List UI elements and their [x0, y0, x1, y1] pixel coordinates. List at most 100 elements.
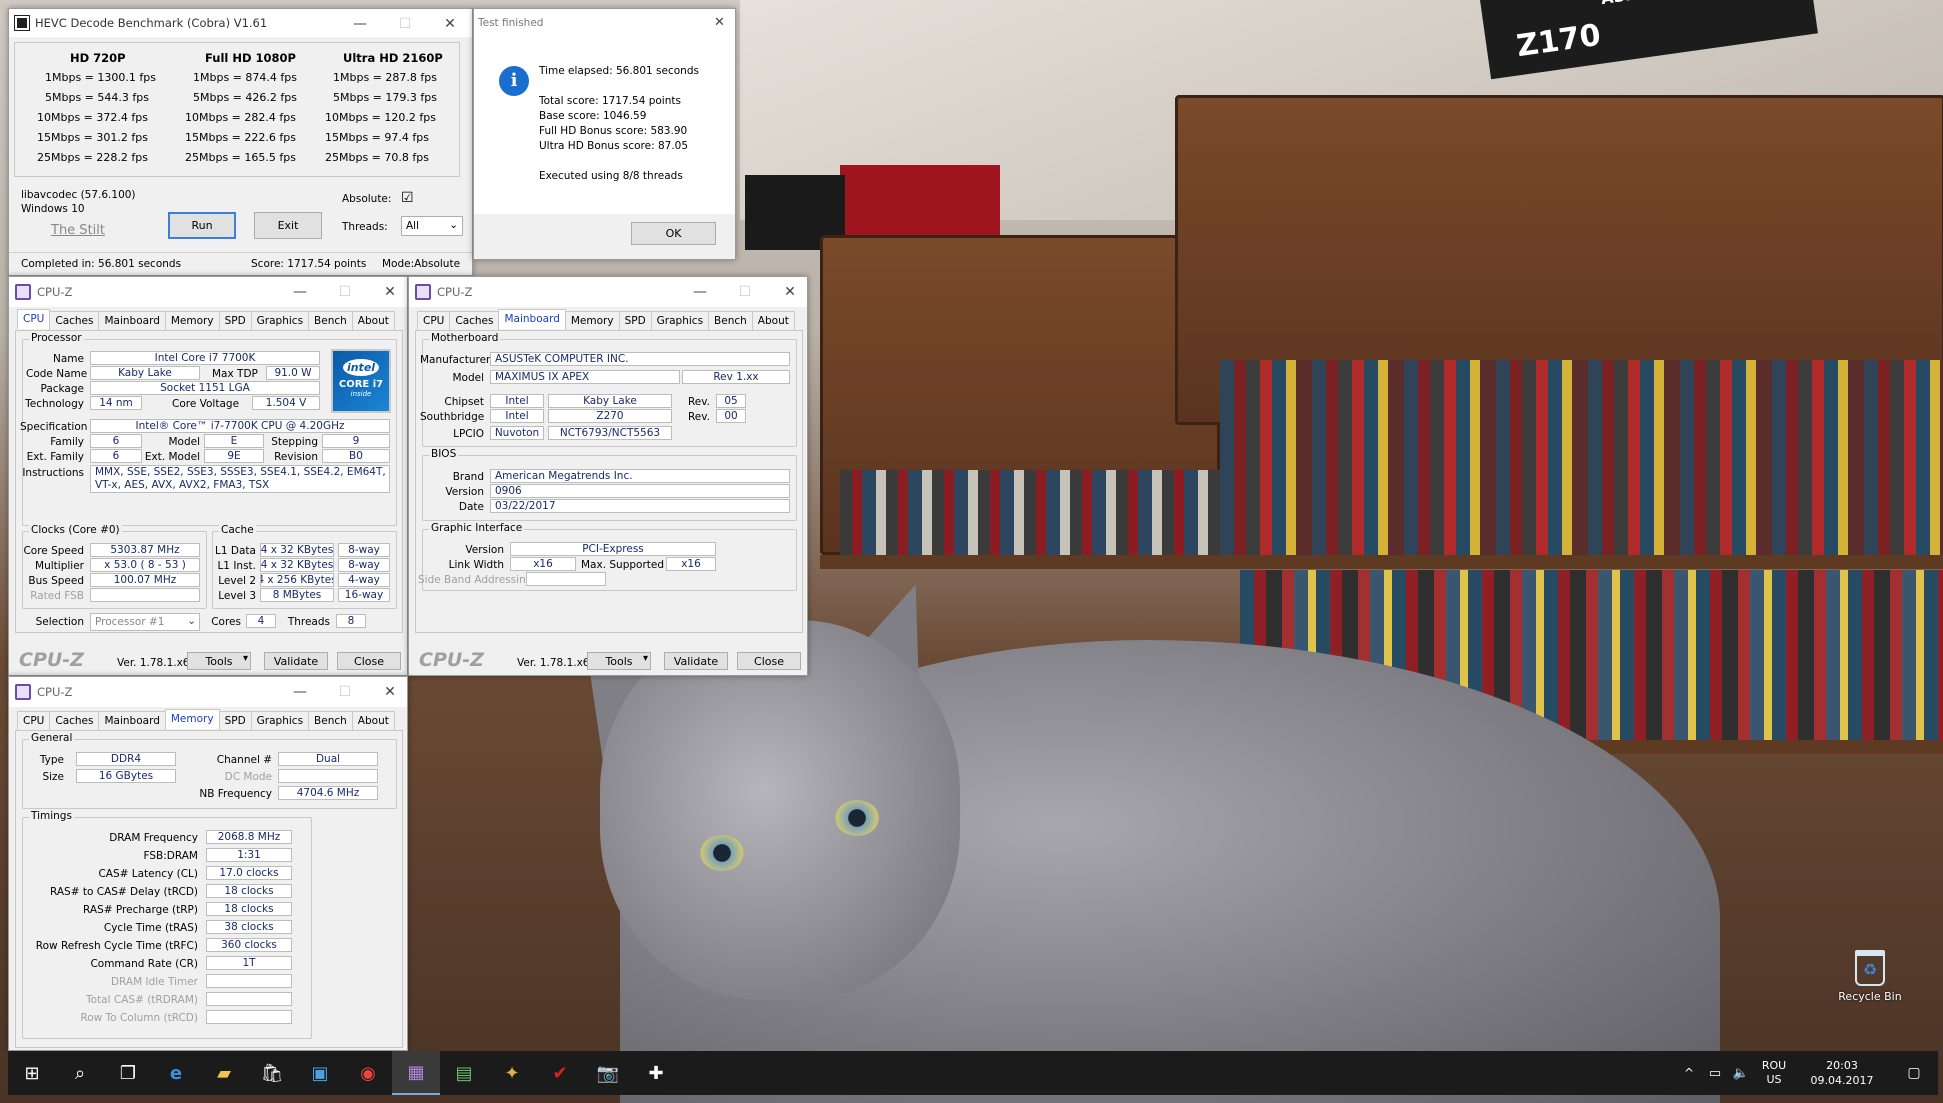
spec-label: Specification: [20, 421, 88, 433]
dragon-icon: ✔: [552, 1062, 568, 1084]
cpuz-close-button[interactable]: Close: [337, 652, 401, 670]
tab-spd[interactable]: SPD: [618, 311, 652, 331]
cpuz-cpu-window: CPU-Z — ☐ ✕ CPU Caches Mainboard Memory …: [8, 276, 408, 676]
rev-label: Rev.: [687, 411, 710, 423]
hevc-titlebar[interactable]: HEVC Decode Benchmark (Cobra) V1.61 — ☐ …: [9, 9, 472, 37]
chevron-down-icon: ⌄: [187, 615, 196, 627]
run-button[interactable]: Run: [168, 212, 236, 239]
status-bar: Completed in: 56.801 seconds Score: 1717…: [9, 252, 472, 275]
recycle-bin[interactable]: ♻ Recycle Bin: [1830, 950, 1910, 1020]
minimize-button[interactable]: —: [279, 677, 321, 707]
app-icon: ▣: [311, 1062, 329, 1084]
maximize-button[interactable]: ☐: [324, 277, 366, 307]
threads-select[interactable]: All ⌄: [401, 216, 463, 236]
search-button[interactable]: ⌕: [56, 1051, 104, 1095]
result-cell: 10Mbps = 372.4 fps: [37, 111, 148, 124]
maximize-button[interactable]: ☐: [724, 277, 766, 307]
tab-caches[interactable]: Caches: [449, 311, 500, 331]
timing-label: Row Refresh Cycle Time (tRFC): [35, 940, 198, 952]
validate-button[interactable]: Validate: [264, 652, 328, 670]
cpu-stepping: 9: [322, 434, 390, 448]
tab-graphics[interactable]: Graphics: [250, 711, 310, 731]
validate-button[interactable]: Validate: [664, 652, 728, 670]
taskbar-edge[interactable]: e: [152, 1051, 200, 1095]
taskbar-app[interactable]: ▣: [296, 1051, 344, 1095]
tab-spd[interactable]: SPD: [218, 711, 252, 731]
l3-way: 16-way: [338, 588, 390, 602]
tab-bench[interactable]: Bench: [308, 311, 353, 331]
codename-label: Code Name: [26, 368, 88, 380]
taskbar-camera[interactable]: 📷: [584, 1051, 632, 1095]
tab-mainboard[interactable]: Mainboard: [98, 311, 166, 331]
test-finished-dialog: Test finished ✕ i Time elapsed: 56.801 s…: [473, 8, 736, 260]
processor-select[interactable]: Processor #1 ⌄: [90, 613, 200, 631]
tab-mainboard[interactable]: Mainboard: [498, 309, 566, 329]
maximize-button[interactable]: ☐: [324, 677, 366, 707]
threads-value: All: [406, 220, 420, 232]
tab-cpu[interactable]: CPU: [17, 309, 51, 329]
nbfreq-label: NB Frequency: [199, 788, 272, 800]
tab-about[interactable]: About: [751, 311, 795, 331]
tray-expand[interactable]: ^: [1676, 1051, 1702, 1095]
cpuz-titlebar[interactable]: CPU-Z — ☐ ✕: [9, 277, 407, 307]
close-button[interactable]: ✕: [429, 9, 471, 39]
tab-graphics[interactable]: Graphics: [250, 311, 310, 331]
minimize-button[interactable]: —: [679, 277, 721, 307]
tab-bench[interactable]: Bench: [308, 711, 353, 731]
cpuz-close-button[interactable]: Close: [737, 652, 801, 670]
action-center-button[interactable]: ▢: [1890, 1051, 1938, 1095]
tray-volume[interactable]: 🔈: [1728, 1051, 1754, 1095]
taskbar-chrome[interactable]: ◉: [344, 1051, 392, 1095]
l2-way: 4-way: [338, 573, 390, 587]
taskbar-crosshair[interactable]: ✚: [632, 1051, 680, 1095]
tab-graphics[interactable]: Graphics: [650, 311, 710, 331]
close-button[interactable]: ✕: [369, 277, 411, 307]
tab-cpu[interactable]: CPU: [17, 711, 51, 731]
dialog-close-button[interactable]: ✕: [714, 15, 725, 30]
clock[interactable]: 20:03 09.04.2017: [1794, 1058, 1890, 1088]
tab-bench[interactable]: Bench: [708, 311, 753, 331]
brand-label: Brand: [452, 471, 484, 483]
tab-memory[interactable]: Memory: [564, 311, 620, 331]
dialog-body: Test finished ✕ i Time elapsed: 56.801 s…: [474, 9, 735, 214]
taskbar-explorer[interactable]: ▰: [200, 1051, 248, 1095]
tab-caches[interactable]: Caches: [49, 311, 100, 331]
minimize-button[interactable]: —: [339, 9, 381, 39]
task-view-button[interactable]: ❐: [104, 1051, 152, 1095]
cpuz-titlebar[interactable]: CPU-Z — ☐ ✕: [409, 277, 807, 307]
tab-cpu[interactable]: CPU: [417, 311, 451, 331]
taskbar-tool[interactable]: ✦: [488, 1051, 536, 1095]
maximize-button[interactable]: ☐: [384, 9, 426, 39]
language-indicator[interactable]: ROU US: [1754, 1059, 1794, 1087]
timing-label: Row To Column (tRCD): [80, 1012, 198, 1024]
taskbar-store[interactable]: 🛍: [248, 1051, 296, 1095]
tab-mainboard[interactable]: Mainboard: [98, 711, 166, 731]
tab-about[interactable]: About: [351, 311, 395, 331]
tab-memory[interactable]: Memory: [164, 311, 220, 331]
camera-icon: 📷: [596, 1062, 620, 1084]
tab-spd[interactable]: SPD: [218, 311, 252, 331]
exit-button[interactable]: Exit: [254, 212, 322, 239]
taskbar-msi[interactable]: ✔: [536, 1051, 584, 1095]
tab-memory[interactable]: Memory: [164, 709, 220, 729]
tools-button[interactable]: Tools ▾: [587, 652, 651, 670]
tools-button[interactable]: Tools ▾: [187, 652, 251, 670]
date-label: Date: [458, 501, 484, 513]
ok-button[interactable]: OK: [631, 222, 716, 245]
bios-date: 03/22/2017: [490, 499, 790, 513]
the-stilt-link[interactable]: The Stilt: [51, 223, 105, 238]
tab-about[interactable]: About: [351, 711, 395, 731]
close-button[interactable]: ✕: [769, 277, 811, 307]
absolute-checkbox[interactable]: ☑: [401, 190, 414, 206]
minimize-button[interactable]: —: [279, 277, 321, 307]
taskbar-hevc[interactable]: ▤: [440, 1051, 488, 1095]
cpuz-titlebar[interactable]: CPU-Z — ☐ ✕: [9, 677, 407, 707]
tab-caches[interactable]: Caches: [49, 711, 100, 731]
taskbar-cpuz[interactable]: ▦: [392, 1051, 440, 1095]
cpu-spec: Intel® Core™ i7-7700K CPU @ 4.20GHz: [90, 419, 390, 433]
result-cell: 15Mbps = 301.2 fps: [37, 131, 148, 144]
tray-network[interactable]: ▭: [1702, 1051, 1728, 1095]
close-button[interactable]: ✕: [369, 677, 411, 707]
mem-dcmode: [278, 769, 378, 783]
start-button[interactable]: ⊞: [8, 1051, 56, 1095]
